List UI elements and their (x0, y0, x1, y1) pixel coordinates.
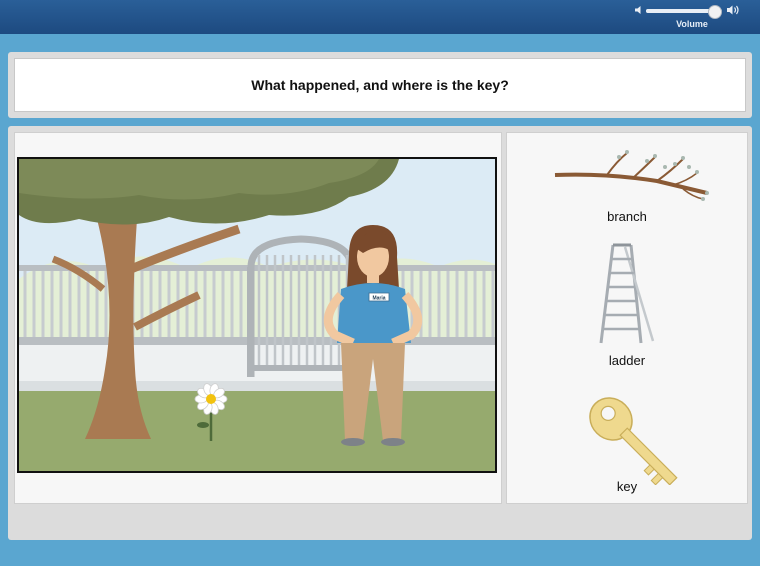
branch-icon (554, 150, 709, 201)
question-text: What happened, and where is the key? (14, 58, 746, 112)
volume-slider-fill (646, 9, 715, 13)
scene-frame: Maria (14, 132, 502, 504)
word-bank: branch ladder key (506, 132, 748, 504)
volume-label: Volume (676, 19, 708, 29)
word-card-branch[interactable]: branch (507, 133, 747, 233)
name-badge-text: Maria (372, 296, 385, 302)
volume-slider[interactable] (646, 5, 723, 19)
key-icon (589, 397, 678, 485)
word-label: branch (607, 209, 647, 224)
volume-slider-knob[interactable] (708, 5, 723, 19)
word-label: key (616, 479, 638, 494)
question-panel: What happened, and where is the key? (8, 52, 752, 118)
ladder-icon (599, 243, 655, 344)
scene-illustration: Maria (17, 157, 497, 473)
word-card-ladder[interactable]: ladder (507, 241, 747, 371)
top-bar: Volume (0, 0, 760, 34)
speaker-low-icon[interactable] (634, 5, 644, 15)
speaker-high-icon[interactable] (726, 4, 740, 16)
word-label: ladder (608, 353, 646, 368)
scene-artwork: Maria (19, 159, 495, 471)
volume-control: Volume (632, 4, 752, 30)
word-card-key[interactable]: key (507, 385, 747, 495)
content-panel: Maria branch ladder key (8, 126, 752, 540)
